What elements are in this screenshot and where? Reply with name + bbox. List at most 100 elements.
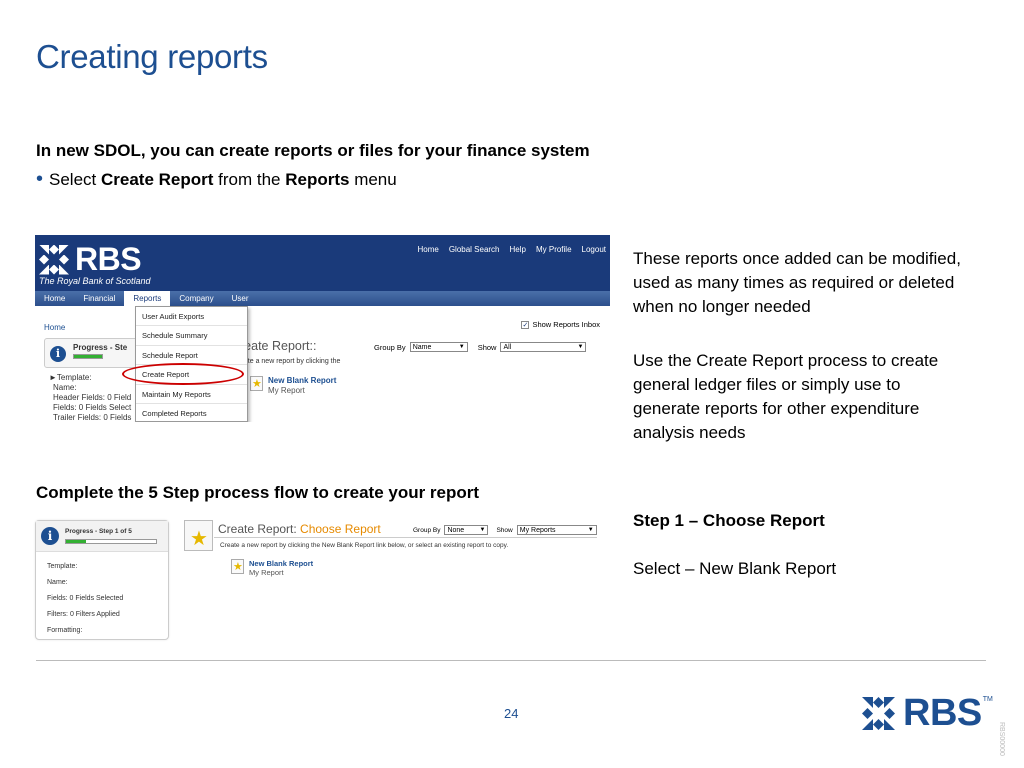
- page-number: 24: [504, 706, 519, 721]
- main-nav: Home Financial Reports Company User: [35, 291, 610, 306]
- chevron-down-icon: ▼: [587, 527, 594, 533]
- highlight-circle: [122, 363, 244, 385]
- menu-item-maintain-my-reports[interactable]: Maintain My Reports: [136, 385, 247, 404]
- nav-company[interactable]: Company: [170, 291, 222, 306]
- template-line: Fields: 0 Fields Select: [53, 403, 132, 412]
- show-select[interactable]: All ▼: [500, 342, 587, 352]
- checkbox-checked-icon[interactable]: ✓: [521, 320, 530, 329]
- my-report-label: My Report: [268, 386, 305, 395]
- new-blank-report-text: New Blank Report My Report: [268, 376, 336, 396]
- chevron-down-icon: ▼: [577, 344, 584, 350]
- template-line: ►Template:: [49, 373, 92, 382]
- progress-fill: [66, 540, 86, 543]
- template-summary: Template: Name: Fields: 0 Fields Selecte…: [47, 559, 123, 639]
- info-icon: i: [41, 527, 59, 545]
- new-blank-report-item[interactable]: ★ New Blank Report My Report: [231, 559, 313, 577]
- bullet-create-report: Create Report: [101, 170, 214, 189]
- new-blank-report-text: New Blank Report My Report: [249, 559, 313, 577]
- show-inbox-label: Show Reports Inbox: [532, 320, 600, 329]
- show-label: Show: [477, 342, 497, 352]
- rbs-logo-subtitle: The Royal Bank of Scotland: [39, 276, 151, 286]
- rbs-logo[interactable]: RBS: [39, 241, 142, 278]
- show-inbox-toggle[interactable]: ✓ Show Reports Inbox: [521, 320, 600, 329]
- progress-header: i Progress - Step 1 of 5: [36, 521, 168, 552]
- chevron-down-icon: ▼: [458, 344, 465, 350]
- rbs-daisy-icon: [39, 244, 69, 275]
- summary-line: Filters: 0 Filters Applied: [47, 611, 120, 618]
- menu-item-user-audit-exports[interactable]: User Audit Exports: [136, 307, 247, 327]
- nav-financial[interactable]: Financial: [74, 291, 124, 306]
- group-by-label: Group By: [413, 526, 441, 534]
- bullet-post: menu: [349, 170, 397, 189]
- description-paragraph-1: These reports once added can be modified…: [633, 249, 961, 316]
- summary-line: Template:: [47, 563, 78, 570]
- progress-bar: [65, 539, 157, 544]
- summary-line: Fields: 0 Fields Selected: [47, 595, 124, 602]
- template-line: Trailer Fields: 0 Fields: [53, 413, 132, 422]
- new-report-icon: ★: [231, 559, 244, 574]
- divider: [214, 537, 597, 538]
- choose-report-desc: Create a new report by clicking the New …: [220, 542, 509, 549]
- bullet-line: • Select Create Report from the Reports m…: [36, 168, 397, 190]
- bullet-icon: •: [36, 168, 44, 190]
- document-code: RBS00000: [998, 722, 1005, 756]
- footer-rbs-logo: RBS TM: [862, 692, 993, 735]
- process-heading: Complete the 5 Step process flow to crea…: [36, 483, 480, 502]
- group-by-select[interactable]: Name ▼: [409, 342, 468, 352]
- menu-item-schedule-summary[interactable]: Schedule Summary: [136, 326, 247, 346]
- group-by-value: Name: [412, 343, 432, 351]
- new-blank-report-link[interactable]: New Blank Report: [249, 559, 313, 568]
- top-links: Home Global Search Help My Profile Logou…: [417, 245, 606, 254]
- new-blank-report-item[interactable]: ★ New Blank Report My Report: [250, 376, 336, 396]
- template-line: Header Fields: 0 Field: [53, 393, 132, 402]
- bullet-reports: Reports: [285, 170, 350, 189]
- title-highlight: Choose Report: [300, 522, 381, 536]
- summary-line: Name:: [47, 579, 68, 586]
- nav-user[interactable]: User: [223, 291, 258, 306]
- bullet-mid: from the: [213, 170, 286, 189]
- bullet-pre: Select: [49, 170, 101, 189]
- create-report-desc: eate a new report by clicking the: [240, 358, 341, 365]
- top-link-logout[interactable]: Logout: [582, 245, 606, 254]
- group-by-controls: Group By None ▼ Show My Reports ▼: [413, 525, 597, 535]
- title-prefix: Create Report:: [218, 522, 301, 536]
- step-instruction: Select – New Blank Report: [633, 559, 837, 578]
- group-by-controls: Group By Name ▼ Show All ▼: [374, 342, 587, 352]
- template-summary: ►Template: Name: Header Fields: 0 Field …: [49, 373, 131, 422]
- step-heading: Step 1 – Choose Report: [633, 511, 825, 530]
- summary-line: Formatting:: [47, 627, 83, 634]
- my-report-label: My Report: [249, 568, 284, 577]
- nav-reports[interactable]: Reports: [124, 291, 171, 306]
- group-by-select[interactable]: None ▼: [444, 525, 489, 535]
- progress-fill: [74, 355, 102, 358]
- progress-label: Progress - Ste: [73, 343, 128, 352]
- progress-label: Progress - Step 1 of 5: [65, 528, 132, 535]
- rbs-logo-text: RBS: [75, 241, 142, 277]
- portal-banner: RBS The Royal Bank of Scotland Home Glob…: [35, 235, 610, 291]
- create-report-title: reate Report::: [240, 339, 317, 353]
- show-value: My Reports: [519, 526, 556, 534]
- top-link-help[interactable]: Help: [510, 245, 526, 254]
- top-link-global-search[interactable]: Global Search: [449, 245, 500, 254]
- slide-title: Creating reports: [36, 38, 268, 75]
- top-link-my-profile[interactable]: My Profile: [536, 245, 572, 254]
- group-by-label: Group By: [374, 342, 406, 352]
- progress-panel: i Progress - Ste: [44, 338, 144, 368]
- chevron-down-icon: ▼: [479, 527, 486, 533]
- group-by-value: None: [447, 526, 465, 534]
- footer-logo-text: RBS: [903, 692, 982, 734]
- intro-text: In new SDOL, you can create reports or f…: [36, 141, 590, 160]
- progress-panel-step1: i Progress - Step 1 of 5 Template: Name:…: [35, 520, 169, 640]
- show-label: Show: [496, 526, 513, 534]
- footer-divider: [36, 660, 986, 661]
- info-icon: i: [50, 346, 66, 362]
- top-link-home[interactable]: Home: [417, 245, 438, 254]
- menu-item-completed-reports[interactable]: Completed Reports: [136, 404, 247, 422]
- progress-bar: [73, 354, 103, 359]
- breadcrumb[interactable]: Home: [44, 323, 65, 332]
- create-report-icon: ★: [184, 520, 213, 551]
- new-blank-report-link[interactable]: New Blank Report: [268, 376, 336, 386]
- nav-home[interactable]: Home: [35, 291, 74, 306]
- show-select[interactable]: My Reports ▼: [516, 525, 597, 535]
- choose-report-title: Create Report: Choose Report: [218, 522, 381, 536]
